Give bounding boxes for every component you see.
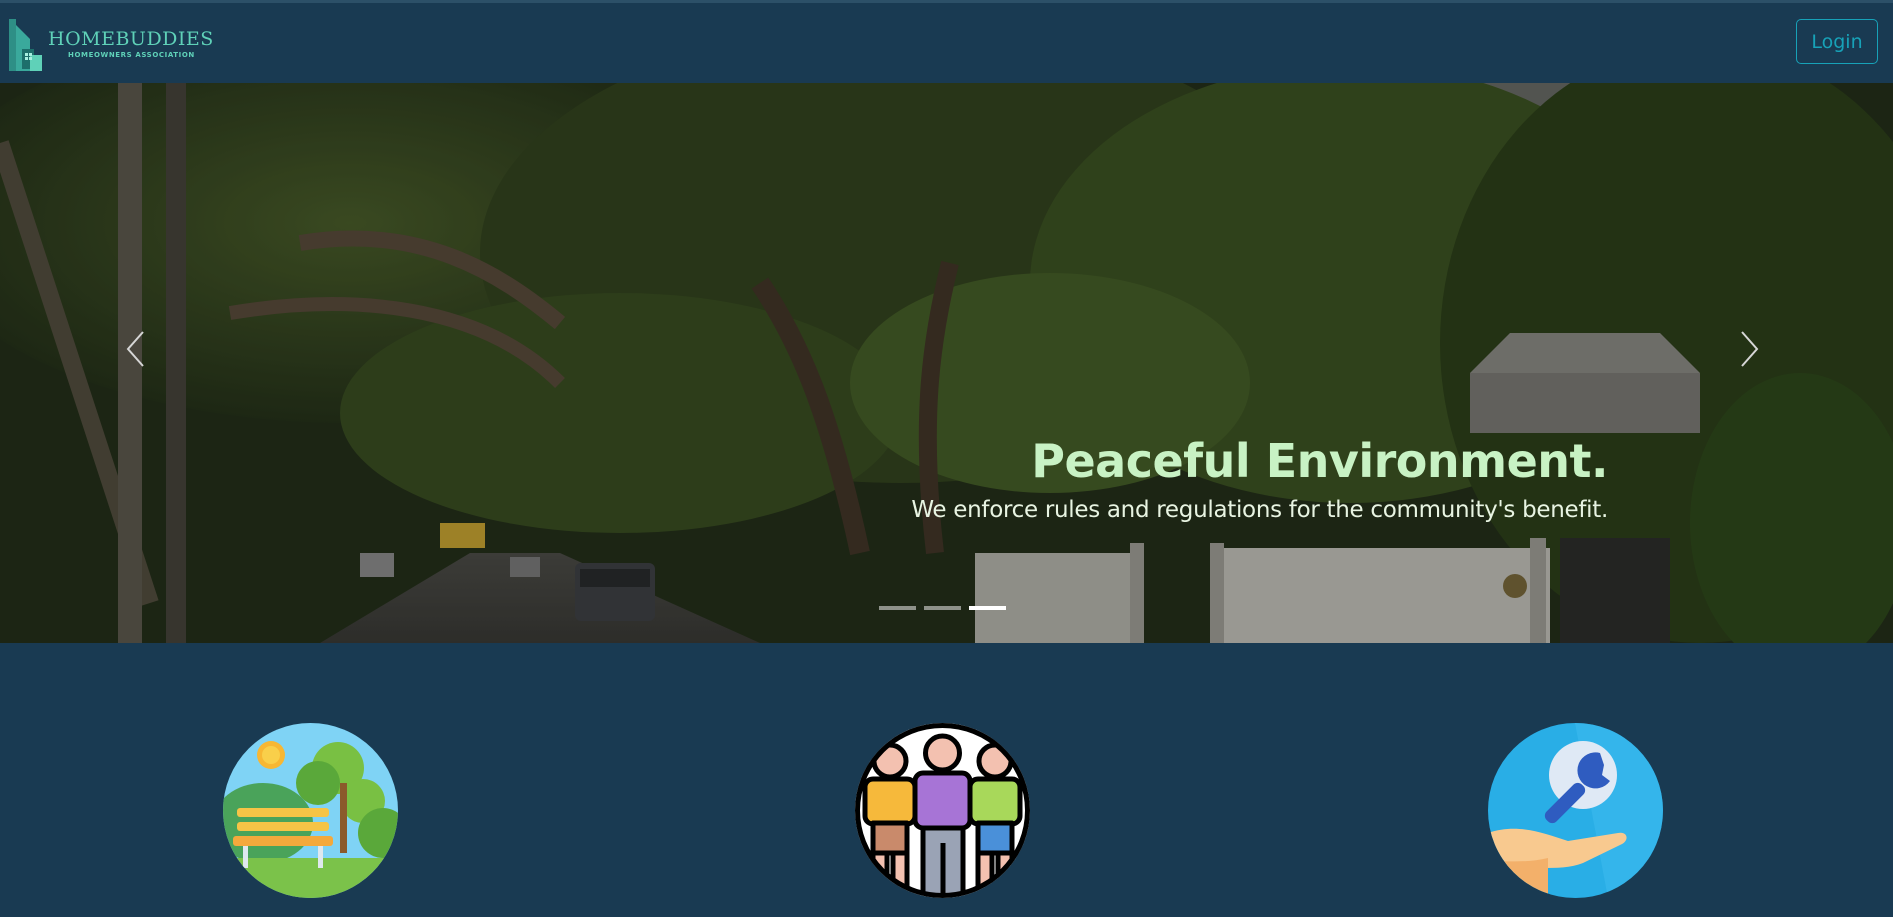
brand-name: HOMEBUDDIES bbox=[48, 28, 214, 50]
carousel-indicators bbox=[879, 606, 1006, 610]
carousel-caption: Peaceful Environment. We enforce rules a… bbox=[911, 433, 1608, 527]
carousel-slide-image bbox=[0, 83, 1893, 643]
park-bench-icon bbox=[223, 723, 398, 898]
maintenance-service-icon bbox=[1488, 723, 1663, 898]
carousel-prev-button[interactable] bbox=[105, 298, 165, 398]
house-logo-icon bbox=[9, 19, 42, 71]
brand-subtitle: HOMEOWNERS ASSOCIATION bbox=[68, 51, 195, 59]
hero-carousel: Peaceful Environment. We enforce rules a… bbox=[0, 83, 1893, 643]
chevron-right-icon bbox=[1741, 331, 1759, 367]
carousel-next-button[interactable] bbox=[1720, 298, 1780, 398]
navbar: HOMEBUDDIES HOMEOWNERS ASSOCIATION Login bbox=[0, 3, 1893, 84]
chevron-left-icon bbox=[126, 331, 144, 367]
features-section bbox=[0, 643, 1893, 917]
login-button[interactable]: Login bbox=[1796, 19, 1878, 64]
carousel-indicator-1[interactable] bbox=[879, 606, 916, 610]
community-people-icon bbox=[855, 723, 1030, 898]
carousel-caption-text: We enforce rules and regulations for the… bbox=[911, 497, 1608, 523]
carousel-caption-title: Peaceful Environment. bbox=[1031, 434, 1608, 488]
carousel-indicator-3[interactable] bbox=[969, 606, 1006, 610]
brand-logo[interactable]: HOMEBUDDIES HOMEOWNERS ASSOCIATION bbox=[8, 15, 214, 73]
carousel-indicator-2[interactable] bbox=[924, 606, 961, 610]
